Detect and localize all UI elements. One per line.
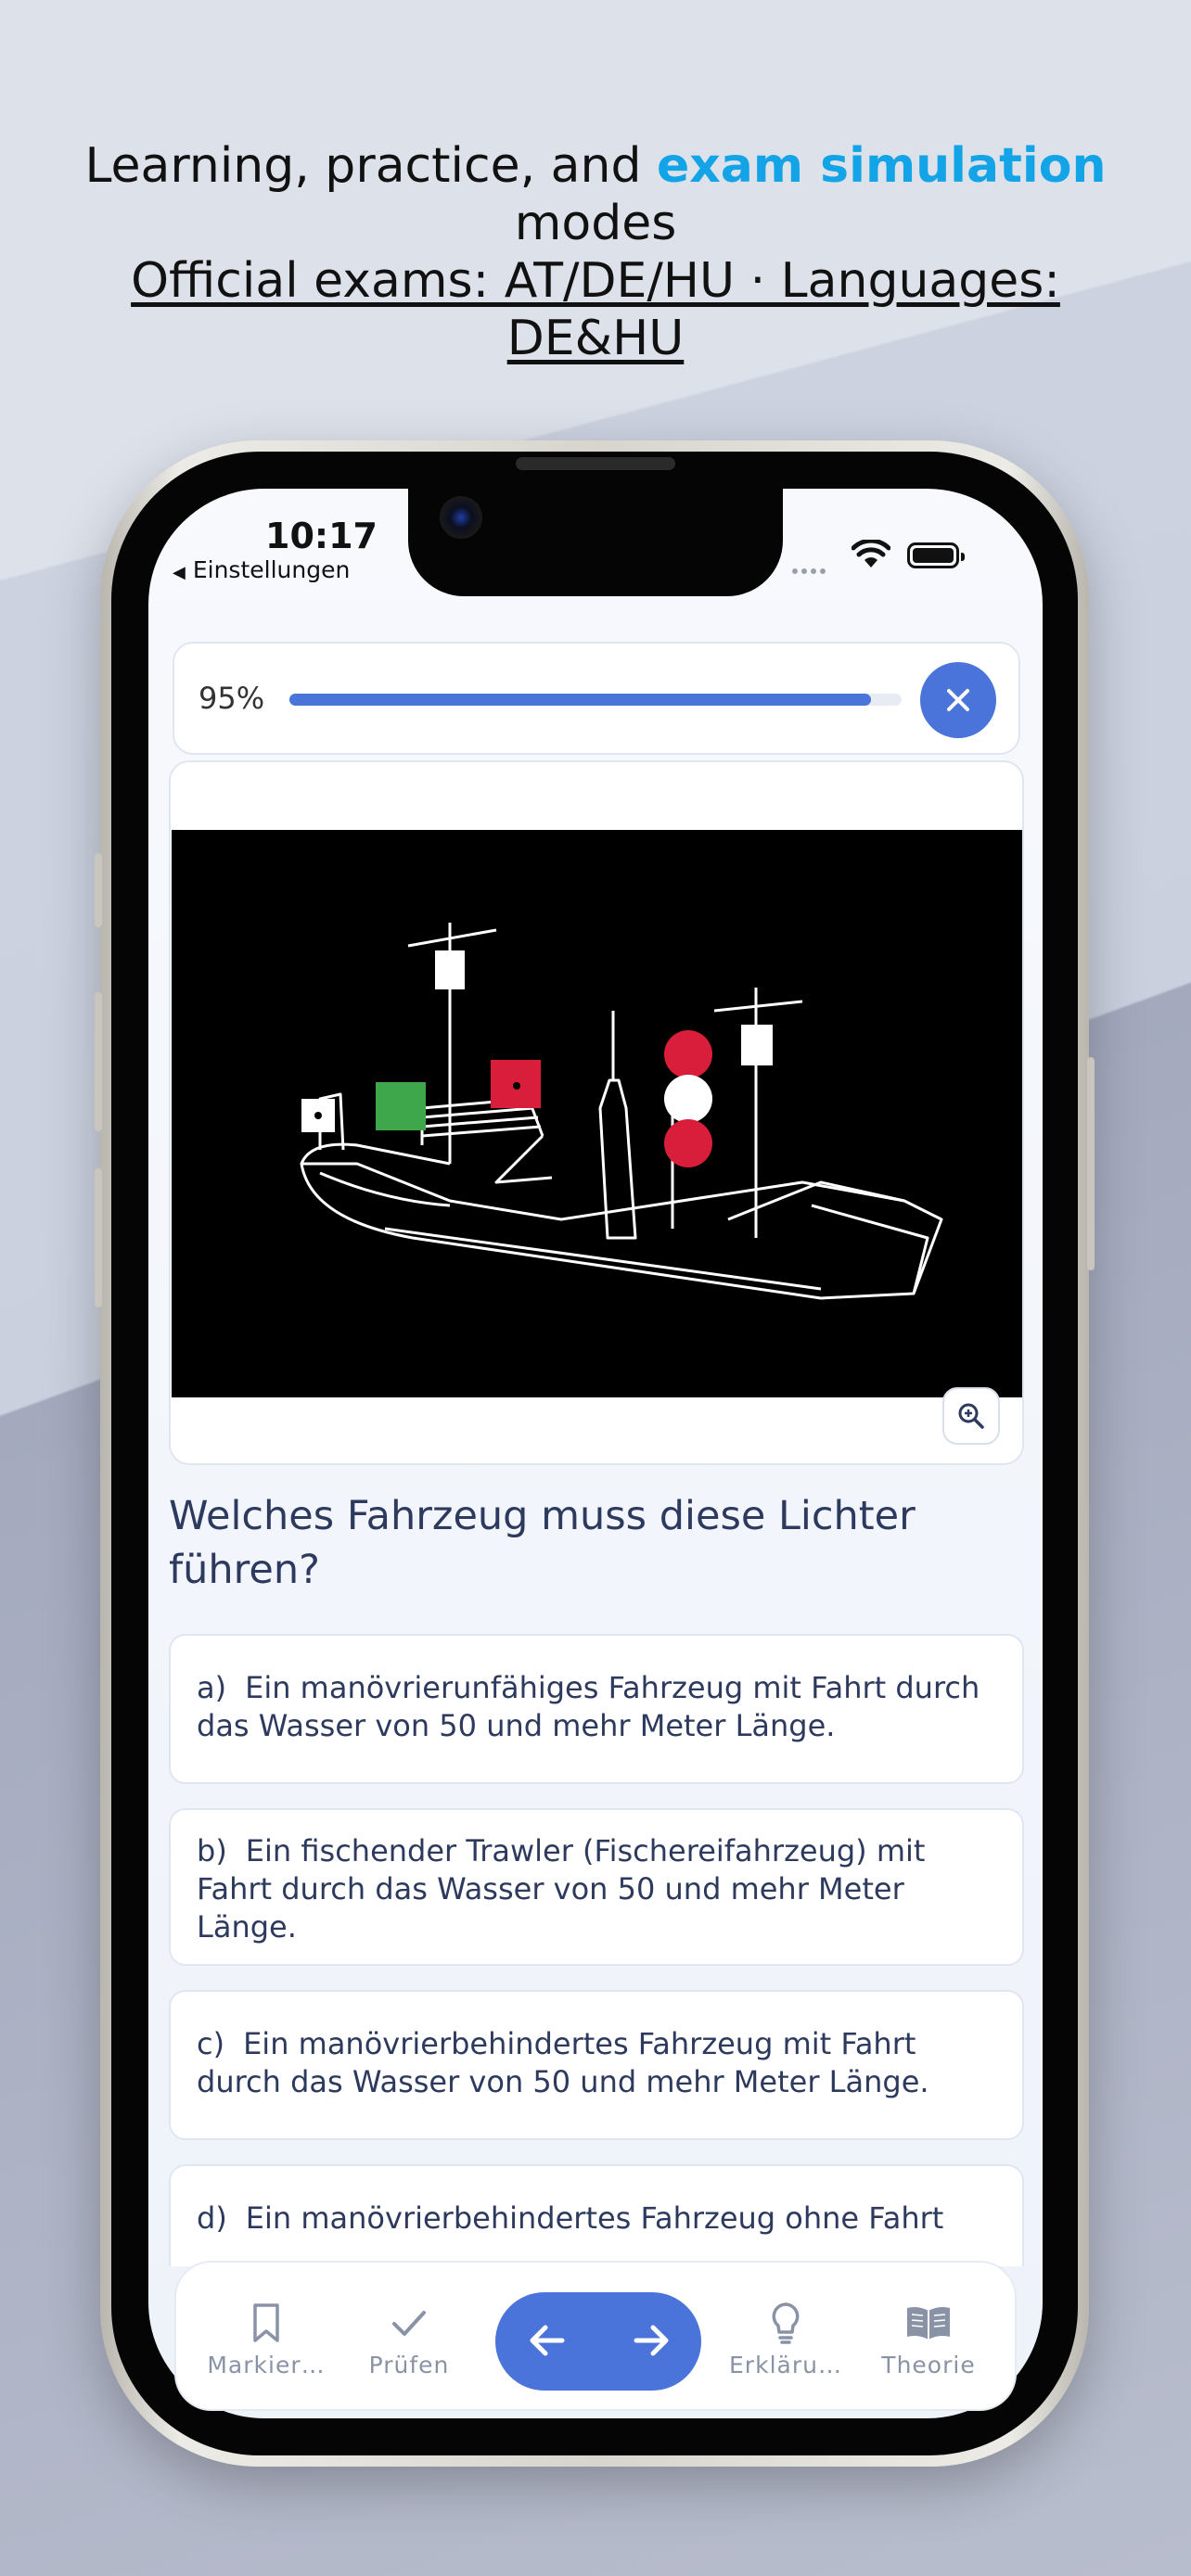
zoom-image-button[interactable]	[942, 1387, 1000, 1445]
front-camera	[440, 496, 482, 539]
mark-tab[interactable]: Markier…	[197, 2300, 336, 2378]
answer-text: Ein fischender Trawler (Fischereifahrzeu…	[197, 1833, 926, 1945]
mark-label: Markier…	[207, 2352, 326, 2378]
theory-label: Theorie	[881, 2352, 976, 2378]
phone-power-button	[1087, 1057, 1095, 1270]
check-tab[interactable]: Prüfen	[339, 2300, 479, 2378]
zoom-in-icon	[958, 1403, 984, 1429]
answer-letter: b)	[197, 1833, 227, 1868]
phone-speaker	[516, 457, 675, 470]
phone-volume-up	[95, 992, 102, 1131]
lightbulb-icon	[772, 2302, 800, 2344]
theory-tab[interactable]: Theorie	[859, 2300, 998, 2378]
navigation-pill	[495, 2292, 701, 2391]
checkmark-icon	[392, 2311, 426, 2336]
close-icon	[947, 689, 969, 711]
status-time: 10:17	[265, 516, 378, 556]
answer-option-d[interactable]: d) Ein manövrierbehindertes Fahrzeug ohne…	[169, 2164, 1024, 2266]
phone-mute-switch	[95, 853, 102, 927]
progress-percent: 95%	[198, 681, 265, 716]
close-exam-button[interactable]	[920, 662, 996, 738]
back-triangle-icon: ◀	[173, 563, 186, 582]
progress-card: 95%	[173, 642, 1020, 755]
arrow-left-icon[interactable]	[519, 2313, 575, 2368]
answer-text: Ein manövrierbehindertes Fahrzeug mit Fa…	[197, 2026, 929, 2099]
check-label: Prüfen	[368, 2352, 450, 2378]
cellular-signal-icon	[792, 560, 837, 574]
progress-fill	[289, 694, 871, 706]
bottom-toolbar: Markier… Prüfen Erkläru… Theorie	[174, 2261, 1017, 2411]
back-label: Einstellungen	[192, 556, 351, 583]
promo-line-1-text: Learning, practice, and	[84, 138, 657, 194]
battery-icon	[907, 542, 965, 568]
wifi-icon	[852, 540, 890, 567]
answer-text: Ein manövrierbehindertes Fahrzeug ohne F…	[245, 2200, 944, 2236]
answer-text: Ein manövrierunfähiges Fahrzeug mit Fahr…	[197, 1670, 980, 1743]
ship-lights-image	[172, 830, 1022, 1397]
bookmark-icon	[253, 2303, 279, 2342]
answer-letter: d)	[197, 2200, 227, 2236]
phone-volume-down	[95, 1168, 102, 1307]
progress-track	[289, 694, 902, 706]
answer-letter: c)	[197, 2026, 225, 2061]
explanation-label: Erkläru…	[729, 2352, 842, 2378]
answer-letter: a)	[197, 1670, 227, 1705]
answer-option-b[interactable]: b) Ein fischender Trawler (Fischereifahrz…	[169, 1808, 1024, 1966]
question-image-card	[169, 760, 1024, 1465]
promo-accent-text: exam simulation	[656, 138, 1107, 194]
arrow-right-icon[interactable]	[623, 2313, 679, 2368]
answer-option-a[interactable]: a) Ein manövrierunfähiges Fahrzeug mit Fa…	[169, 1634, 1024, 1784]
promo-line-1: Learning, practice, and exam simulation …	[37, 137, 1154, 252]
promo-line-2: Official exams: AT/DE/HU · Languages: DE…	[131, 253, 1060, 366]
promo-line-1-end: modes	[514, 196, 677, 251]
explanation-tab[interactable]: Erkläru…	[716, 2300, 855, 2378]
answer-option-c[interactable]: c) Ein manövrierbehindertes Fahrzeug mit …	[169, 1990, 1024, 2140]
promo-headline: Learning, practice, and exam simulation …	[37, 137, 1154, 367]
book-icon	[907, 2307, 950, 2340]
back-to-settings-link[interactable]: ◀ Einstellungen	[173, 556, 350, 583]
question-text: Welches Fahrzeug muss diese Lichter führ…	[169, 1493, 916, 1593]
